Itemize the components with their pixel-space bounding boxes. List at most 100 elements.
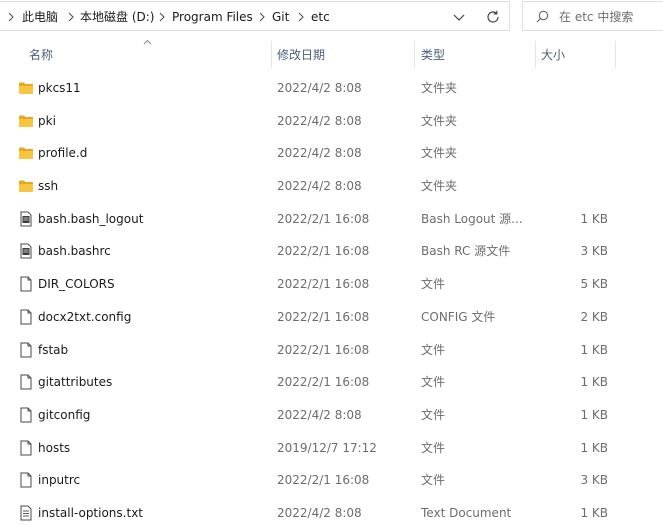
- script-file-icon: [20, 243, 32, 259]
- file-size: 1 KB: [580, 211, 608, 226]
- file-name: profile.d: [38, 146, 88, 161]
- column-header-size[interactable]: 大小: [536, 38, 615, 71]
- file-type: Text Document: [421, 505, 512, 520]
- file-type: 文件: [421, 342, 446, 357]
- file-icon: [20, 440, 32, 456]
- file-icon: [20, 342, 32, 357]
- file-list: pkcs11 2022/4/2 8:08 文件夹 pki 2022/4/2 8:…: [0, 72, 663, 525]
- file-name: bash.bash_logout: [38, 211, 144, 226]
- breadcrumb-git[interactable]: Git: [272, 9, 289, 25]
- list-item[interactable]: bash.bash_logout 2022/2/1 16:08 Bash Log…: [0, 203, 663, 236]
- column-header-row: 名称 修改日期 类型 大小: [0, 38, 663, 71]
- list-item[interactable]: install-options.txt 2022/4/2 8:08 Text D…: [0, 497, 663, 525]
- file-type: 文件夹: [421, 113, 458, 128]
- list-item[interactable]: gitconfig 2022/4/2 8:08 文件 1 KB: [0, 399, 663, 432]
- file-date: 2022/2/1 16:08: [277, 342, 370, 357]
- column-header-date[interactable]: 修改日期: [272, 38, 414, 71]
- chevron-right-icon[interactable]: [159, 11, 165, 23]
- file-type: 文件: [421, 473, 446, 488]
- file-size: 1 KB: [580, 342, 608, 357]
- file-name: fstab: [38, 342, 69, 357]
- breadcrumb-etc[interactable]: etc: [311, 9, 330, 25]
- file-icon: [20, 276, 32, 292]
- chevron-right-icon[interactable]: [68, 11, 74, 23]
- file-icon: [20, 374, 32, 390]
- folder-icon: [19, 82, 33, 94]
- column-header-date-label: 修改日期: [277, 48, 326, 62]
- file-size: 2 KB: [580, 309, 608, 324]
- file-name: ssh: [38, 179, 59, 194]
- search-box[interactable]: [522, 1, 663, 31]
- file-name: gitattributes: [38, 375, 113, 390]
- file-type: 文件夹: [421, 81, 458, 95]
- file-icon: [20, 407, 32, 423]
- file-date: 2022/4/2 8:08: [277, 407, 362, 422]
- list-item[interactable]: inputrc 2022/2/1 16:08 文件 3 KB: [0, 464, 663, 497]
- chevron-right-icon[interactable]: [259, 11, 265, 23]
- script-file-icon: [20, 211, 32, 227]
- column-header-type[interactable]: 类型: [415, 38, 535, 71]
- file-date: 2022/2/1 16:08: [277, 473, 370, 488]
- file-type: 文件: [421, 375, 446, 390]
- file-size: 1 KB: [580, 407, 608, 422]
- folder-icon: [19, 180, 33, 193]
- list-item[interactable]: pki 2022/4/2 8:08 文件夹: [0, 105, 663, 138]
- file-date: 2022/2/1 16:08: [277, 309, 370, 324]
- file-date: 2019/12/7 17:12: [277, 440, 377, 455]
- list-item[interactable]: hosts 2019/12/7 17:12 文件 1 KB: [0, 432, 663, 465]
- file-size: 1 KB: [580, 440, 608, 455]
- list-item[interactable]: docx2txt.config 2022/2/1 16:08 CONFIG 文件…: [0, 301, 663, 334]
- folder-icon: [19, 147, 33, 160]
- list-item[interactable]: gitattributes 2022/2/1 16:08 文件 1 KB: [0, 366, 663, 399]
- file-type: Bash Logout 源...: [421, 211, 523, 226]
- column-header-size-label: 大小: [541, 48, 566, 62]
- breadcrumb-this-pc[interactable]: 此电脑: [22, 9, 58, 25]
- list-item[interactable]: fstab 2022/2/1 16:08 文件 1 KB: [0, 334, 663, 367]
- text-file-icon: [20, 505, 32, 521]
- file-size: 1 KB: [580, 505, 608, 520]
- address-bar[interactable]: 此电脑 本地磁盘 (D:) Program Files Git etc: [0, 1, 510, 31]
- list-item[interactable]: DIR_COLORS 2022/2/1 16:08 文件 5 KB: [0, 268, 663, 301]
- file-type: 文件: [421, 277, 446, 292]
- file-name: bash.bashrc: [38, 244, 111, 259]
- chevron-right-icon: [8, 12, 14, 22]
- chevron-down-icon[interactable]: [452, 10, 466, 24]
- list-item[interactable]: pkcs11 2022/4/2 8:08 文件夹: [0, 72, 663, 105]
- file-name: docx2txt.config: [38, 309, 132, 324]
- breadcrumb-program-files[interactable]: Program Files: [172, 9, 253, 25]
- breadcrumb-local-disk[interactable]: 本地磁盘 (D:): [80, 9, 154, 25]
- chevron-right-icon[interactable]: [298, 11, 304, 23]
- folder-icon: [19, 115, 33, 127]
- file-type: Bash RC 源文件: [421, 244, 511, 259]
- file-name: inputrc: [38, 473, 81, 488]
- column-divider[interactable]: [615, 41, 616, 68]
- list-item[interactable]: bash.bashrc 2022/2/1 16:08 Bash RC 源文件 3…: [0, 235, 663, 268]
- address-bar-row: 此电脑 本地磁盘 (D:) Program Files Git etc: [0, 0, 663, 33]
- file-size: 1 KB: [580, 375, 608, 390]
- file-name: pki: [38, 113, 56, 128]
- file-size: 3 KB: [580, 473, 608, 488]
- file-date: 2022/2/1 16:08: [277, 244, 370, 259]
- file-date: 2022/4/2 8:08: [277, 505, 362, 520]
- file-date: 2022/2/1 16:08: [277, 375, 370, 390]
- list-item[interactable]: ssh 2022/4/2 8:08 文件夹: [0, 170, 663, 203]
- file-explorer-window: 此电脑 本地磁盘 (D:) Program Files Git etc 在 et…: [0, 0, 663, 525]
- file-type: 文件: [421, 407, 446, 422]
- file-date: 2022/4/2 8:08: [277, 113, 362, 128]
- file-size: 5 KB: [580, 277, 608, 292]
- file-name: install-options.txt: [38, 505, 143, 520]
- file-type: 文件: [421, 440, 446, 455]
- file-date: 2022/4/2 8:08: [277, 146, 362, 161]
- file-name: gitconfig: [38, 407, 91, 422]
- file-icon: [20, 472, 32, 488]
- search-input[interactable]: [559, 8, 659, 25]
- column-header-name[interactable]: 名称: [0, 38, 271, 71]
- file-name: pkcs11: [38, 81, 81, 95]
- file-type: CONFIG 文件: [421, 309, 496, 324]
- column-header-type-label: 类型: [421, 48, 446, 62]
- list-item[interactable]: profile.d 2022/4/2 8:08 文件夹: [0, 137, 663, 170]
- file-icon: [20, 309, 32, 325]
- refresh-icon[interactable]: [485, 9, 501, 25]
- file-type: 文件夹: [421, 146, 458, 161]
- file-date: 2022/4/2 8:08: [277, 179, 362, 194]
